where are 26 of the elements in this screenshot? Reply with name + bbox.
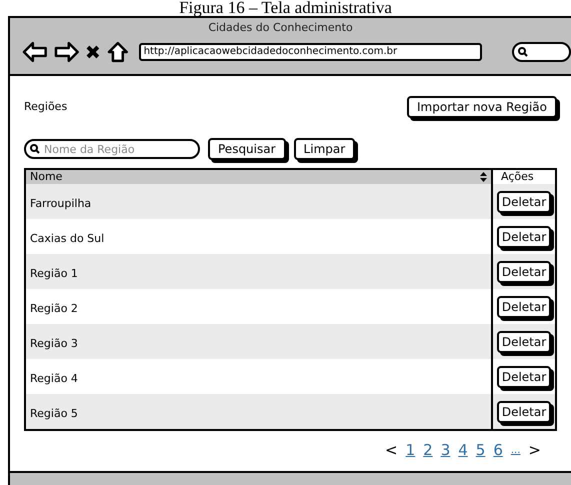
page-link[interactable]: 2: [423, 439, 433, 462]
page-link[interactable]: 5: [476, 439, 486, 462]
window-title: Cidades do Conhecimento: [207, 20, 354, 36]
table-cell-text: Região 3: [29, 336, 79, 352]
table-cell-text: Região 1: [29, 266, 79, 282]
search-button[interactable]: Pesquisar: [208, 138, 286, 160]
table-cell-text: Caxias do Sul: [29, 231, 106, 248]
page-link[interactable]: 3: [440, 439, 450, 462]
table-cell-text: Região 4: [29, 371, 79, 388]
next-page-link[interactable]: >: [528, 439, 541, 462]
page-link[interactable]: 1: [406, 439, 416, 462]
figure-caption: Figura 16 – Tela administrativa: [178, 0, 393, 16]
address-field[interactable]: http://aplicacaowebcidadedoconhecimento.com.br: [138, 42, 482, 60]
column-header: Nome: [30, 170, 62, 184]
column-header: Ações: [491, 170, 555, 184]
page-link[interactable]: ...: [510, 442, 520, 458]
import-button[interactable]: Importar nova Região: [407, 96, 557, 118]
table-cell-text: Farroupilha: [29, 196, 92, 212]
region-search-field[interactable]: Nome da Região: [24, 139, 200, 159]
page-heading: Regiões: [24, 98, 68, 115]
page-link[interactable]: 4: [458, 439, 468, 462]
page-link[interactable]: 6: [493, 439, 503, 462]
previous-page-link[interactable]: <: [385, 439, 398, 462]
table-cell-text: Região 5: [29, 406, 79, 422]
table-cell-text: Região 2: [29, 301, 79, 318]
clear-button[interactable]: Limpar: [294, 138, 356, 160]
